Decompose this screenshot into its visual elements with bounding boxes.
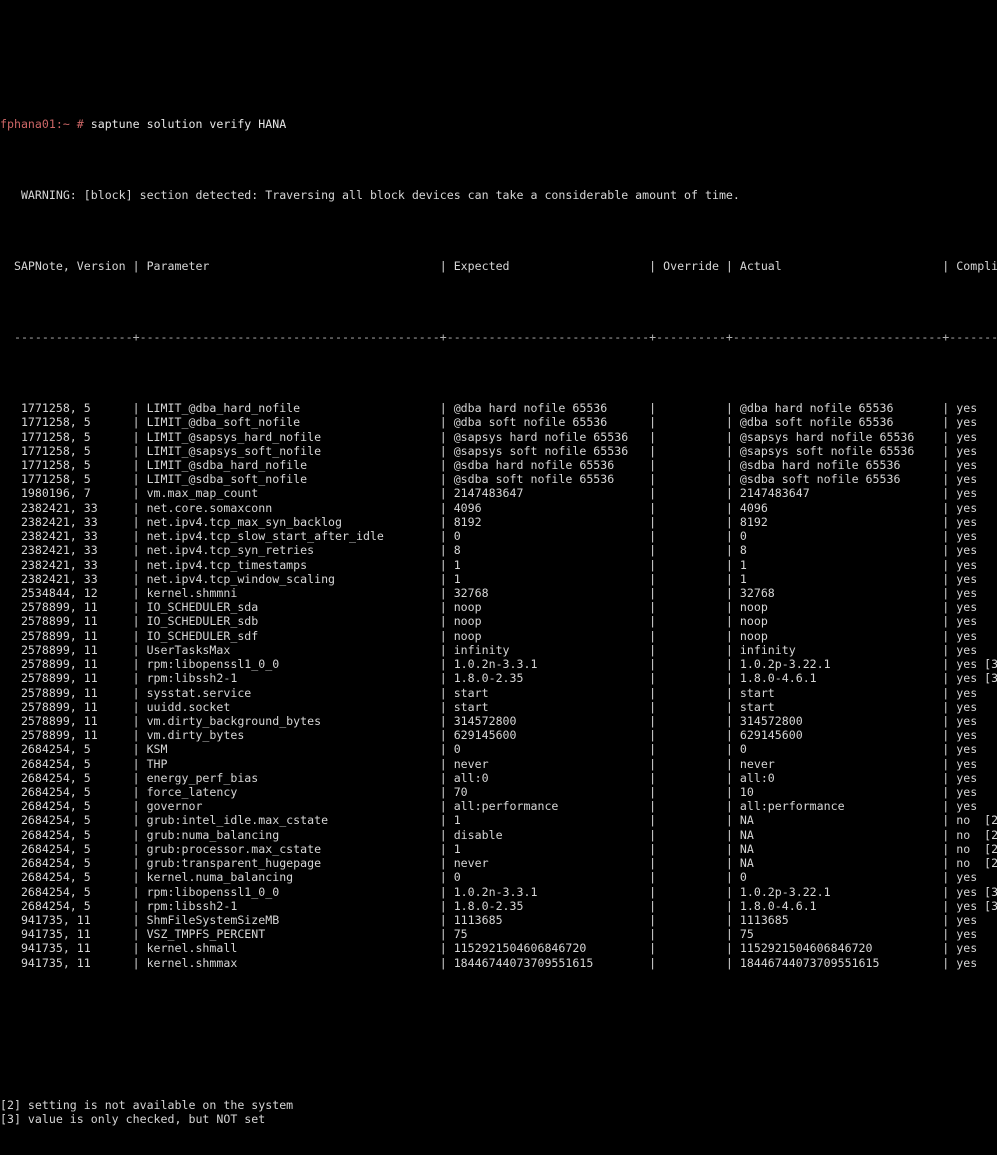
terminal-window[interactable]: fphana01:~ # saptune solution verify HAN… (0, 0, 997, 1126)
prompt-symbol: # (76, 116, 84, 131)
table-row: 1771258, 5 | LIMIT_@sapsys_soft_nofile |… (0, 443, 978, 458)
table-row: 1980196, 7 | vm.max_map_count | 21474836… (0, 486, 978, 501)
table-row: 2534844, 12 | kernel.shmmni | 32768 | | … (0, 585, 978, 600)
table-row: 2382421, 33 | net.ipv4.tcp_syn_retries |… (0, 543, 978, 558)
table-row: 2578899, 11 | rpm:libssh2-1 | 1.8.0-2.35… (0, 671, 997, 686)
footnote-line: [3] value is only checked, but NOT set (0, 1112, 266, 1127)
table-row: 2578899, 11 | vm.dirty_background_bytes … (0, 713, 978, 728)
table-row: 2578899, 11 | IO_SCHEDULER_sdb | noop | … (0, 614, 978, 629)
table-header-separator: -----------------+----------------------… (0, 330, 997, 345)
table-row: 2684254, 5 | rpm:libssh2-1 | 1.8.0-2.35 … (0, 898, 997, 913)
warning-message: WARNING: [block] section detected: Trave… (0, 187, 740, 202)
table-body: 1771258, 5 | LIMIT_@dba_hard_nofile | @d… (0, 401, 997, 970)
table-row: 2382421, 33 | net.ipv4.tcp_max_syn_backl… (0, 514, 978, 529)
shell-prompt-line: fphana01:~ # saptune solution verify HAN… (0, 117, 997, 131)
table-row: 2684254, 5 | THP | never | | never | yes (0, 756, 978, 771)
table-row: 2684254, 5 | grub:numa_balancing | disab… (0, 827, 997, 842)
prompt-hostname: fphana01:~ (0, 116, 77, 131)
table-row: 2684254, 5 | energy_perf_bias | all:0 | … (0, 770, 978, 785)
table-row: 2382421, 33 | net.core.somaxconn | 4096 … (0, 500, 978, 515)
footnote-line: [2] setting is not available on the syst… (0, 1097, 294, 1112)
table-row: 2578899, 11 | IO_SCHEDULER_sda | noop | … (0, 600, 978, 615)
table-row: 2578899, 11 | uuidd.socket | start | | s… (0, 699, 978, 714)
table-row: 1771258, 5 | LIMIT_@sapsys_hard_nofile |… (0, 429, 978, 444)
table-row: 2684254, 5 | force_latency | 70 | | 10 |… (0, 785, 978, 800)
table-row: 2684254, 5 | grub:processor.max_cstate |… (0, 841, 997, 856)
table-row: 941735, 11 | VSZ_TMPFS_PERCENT | 75 | | … (0, 927, 978, 942)
table-row: 941735, 11 | kernel.shmall | 11529215046… (0, 941, 978, 956)
table-row: 1771258, 5 | LIMIT_@sdba_soft_nofile | @… (0, 472, 978, 487)
table-header-row: SAPNote, Version | Parameter | Expected … (0, 258, 997, 273)
table-row: 941735, 11 | ShmFileSystemSizeMB | 11136… (0, 913, 978, 927)
table-row: 2382421, 33 | net.ipv4.tcp_slow_start_af… (0, 529, 978, 544)
table-row: 1771258, 5 | LIMIT_@dba_hard_nofile | @d… (0, 401, 978, 416)
table-row: 2684254, 5 | grub:transparent_hugepage |… (0, 856, 997, 871)
table-row: 2578899, 11 | vm.dirty_bytes | 629145600… (0, 728, 978, 743)
table-row: 941735, 11 | kernel.shmmax | 18446744073… (0, 955, 978, 970)
table-row: 2578899, 11 | rpm:libopenssl1_0_0 | 1.0.… (0, 657, 997, 672)
table-row: 2684254, 5 | rpm:libopenssl1_0_0 | 1.0.2… (0, 884, 997, 899)
footnotes-block: [2] setting is not available on the syst… (0, 1098, 997, 1126)
scrollback-sliver (0, 57, 997, 60)
table-row: 1771258, 5 | LIMIT_@sdba_hard_nofile | @… (0, 458, 978, 472)
table-row: 2684254, 5 | grub:intel_idle.max_cstate … (0, 813, 997, 828)
table-row: 2382421, 33 | net.ipv4.tcp_timestamps | … (0, 557, 978, 572)
table-row: 2578899, 11 | IO_SCHEDULER_sdf | noop | … (0, 628, 978, 643)
table-row: 2578899, 11 | sysstat.service | start | … (0, 685, 978, 700)
table-row: 2382421, 33 | net.ipv4.tcp_window_scalin… (0, 571, 978, 586)
table-row: 2684254, 5 | governor | all:performance … (0, 799, 978, 814)
shell-command: saptune solution verify HANA (83, 116, 287, 131)
table-row: 2684254, 5 | kernel.numa_balancing | 0 |… (0, 870, 978, 885)
table-row: 2578899, 11 | UserTasksMax | infinity | … (0, 642, 978, 657)
table-row: 2684254, 5 | KSM | 0 | | 0 | yes (0, 742, 978, 757)
table-row: 1771258, 5 | LIMIT_@dba_soft_nofile | @d… (0, 415, 978, 430)
